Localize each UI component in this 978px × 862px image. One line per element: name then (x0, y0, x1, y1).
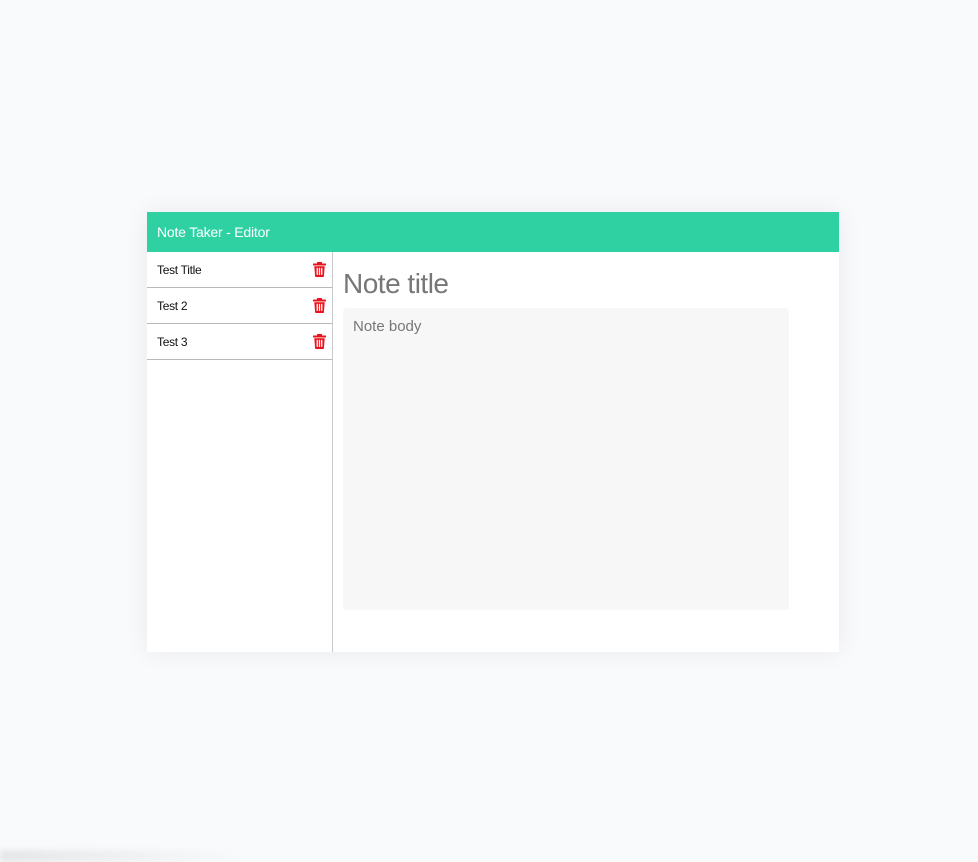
trash-icon (312, 334, 326, 349)
notes-sidebar: Test Title Test 2 Test 3 (147, 252, 333, 652)
note-editor (333, 252, 839, 652)
trash-icon (312, 298, 326, 313)
note-item-title: Test 2 (157, 298, 188, 313)
delete-note-button[interactable] (311, 297, 327, 315)
note-taker-app: Note Taker - Editor Test Title Test 2 Te… (147, 212, 839, 652)
note-item-title: Test Title (157, 262, 202, 277)
trash-icon (312, 262, 326, 277)
note-item-title: Test 3 (157, 334, 188, 349)
delete-note-button[interactable] (311, 333, 327, 351)
list-item[interactable]: Test Title (147, 252, 332, 288)
note-list: Test Title Test 2 Test 3 (147, 252, 332, 360)
app-body: Test Title Test 2 Test 3 Note title Note… (147, 252, 839, 652)
note-title-input[interactable] (343, 266, 789, 302)
list-item[interactable]: Test 3 (147, 324, 332, 360)
note-body-input[interactable] (343, 308, 789, 610)
app-title: Note Taker - Editor (157, 224, 270, 240)
app-header: Note Taker - Editor (147, 212, 839, 252)
list-item[interactable]: Test 2 (147, 288, 332, 324)
delete-note-button[interactable] (311, 261, 327, 279)
corner-shadow (0, 850, 240, 862)
